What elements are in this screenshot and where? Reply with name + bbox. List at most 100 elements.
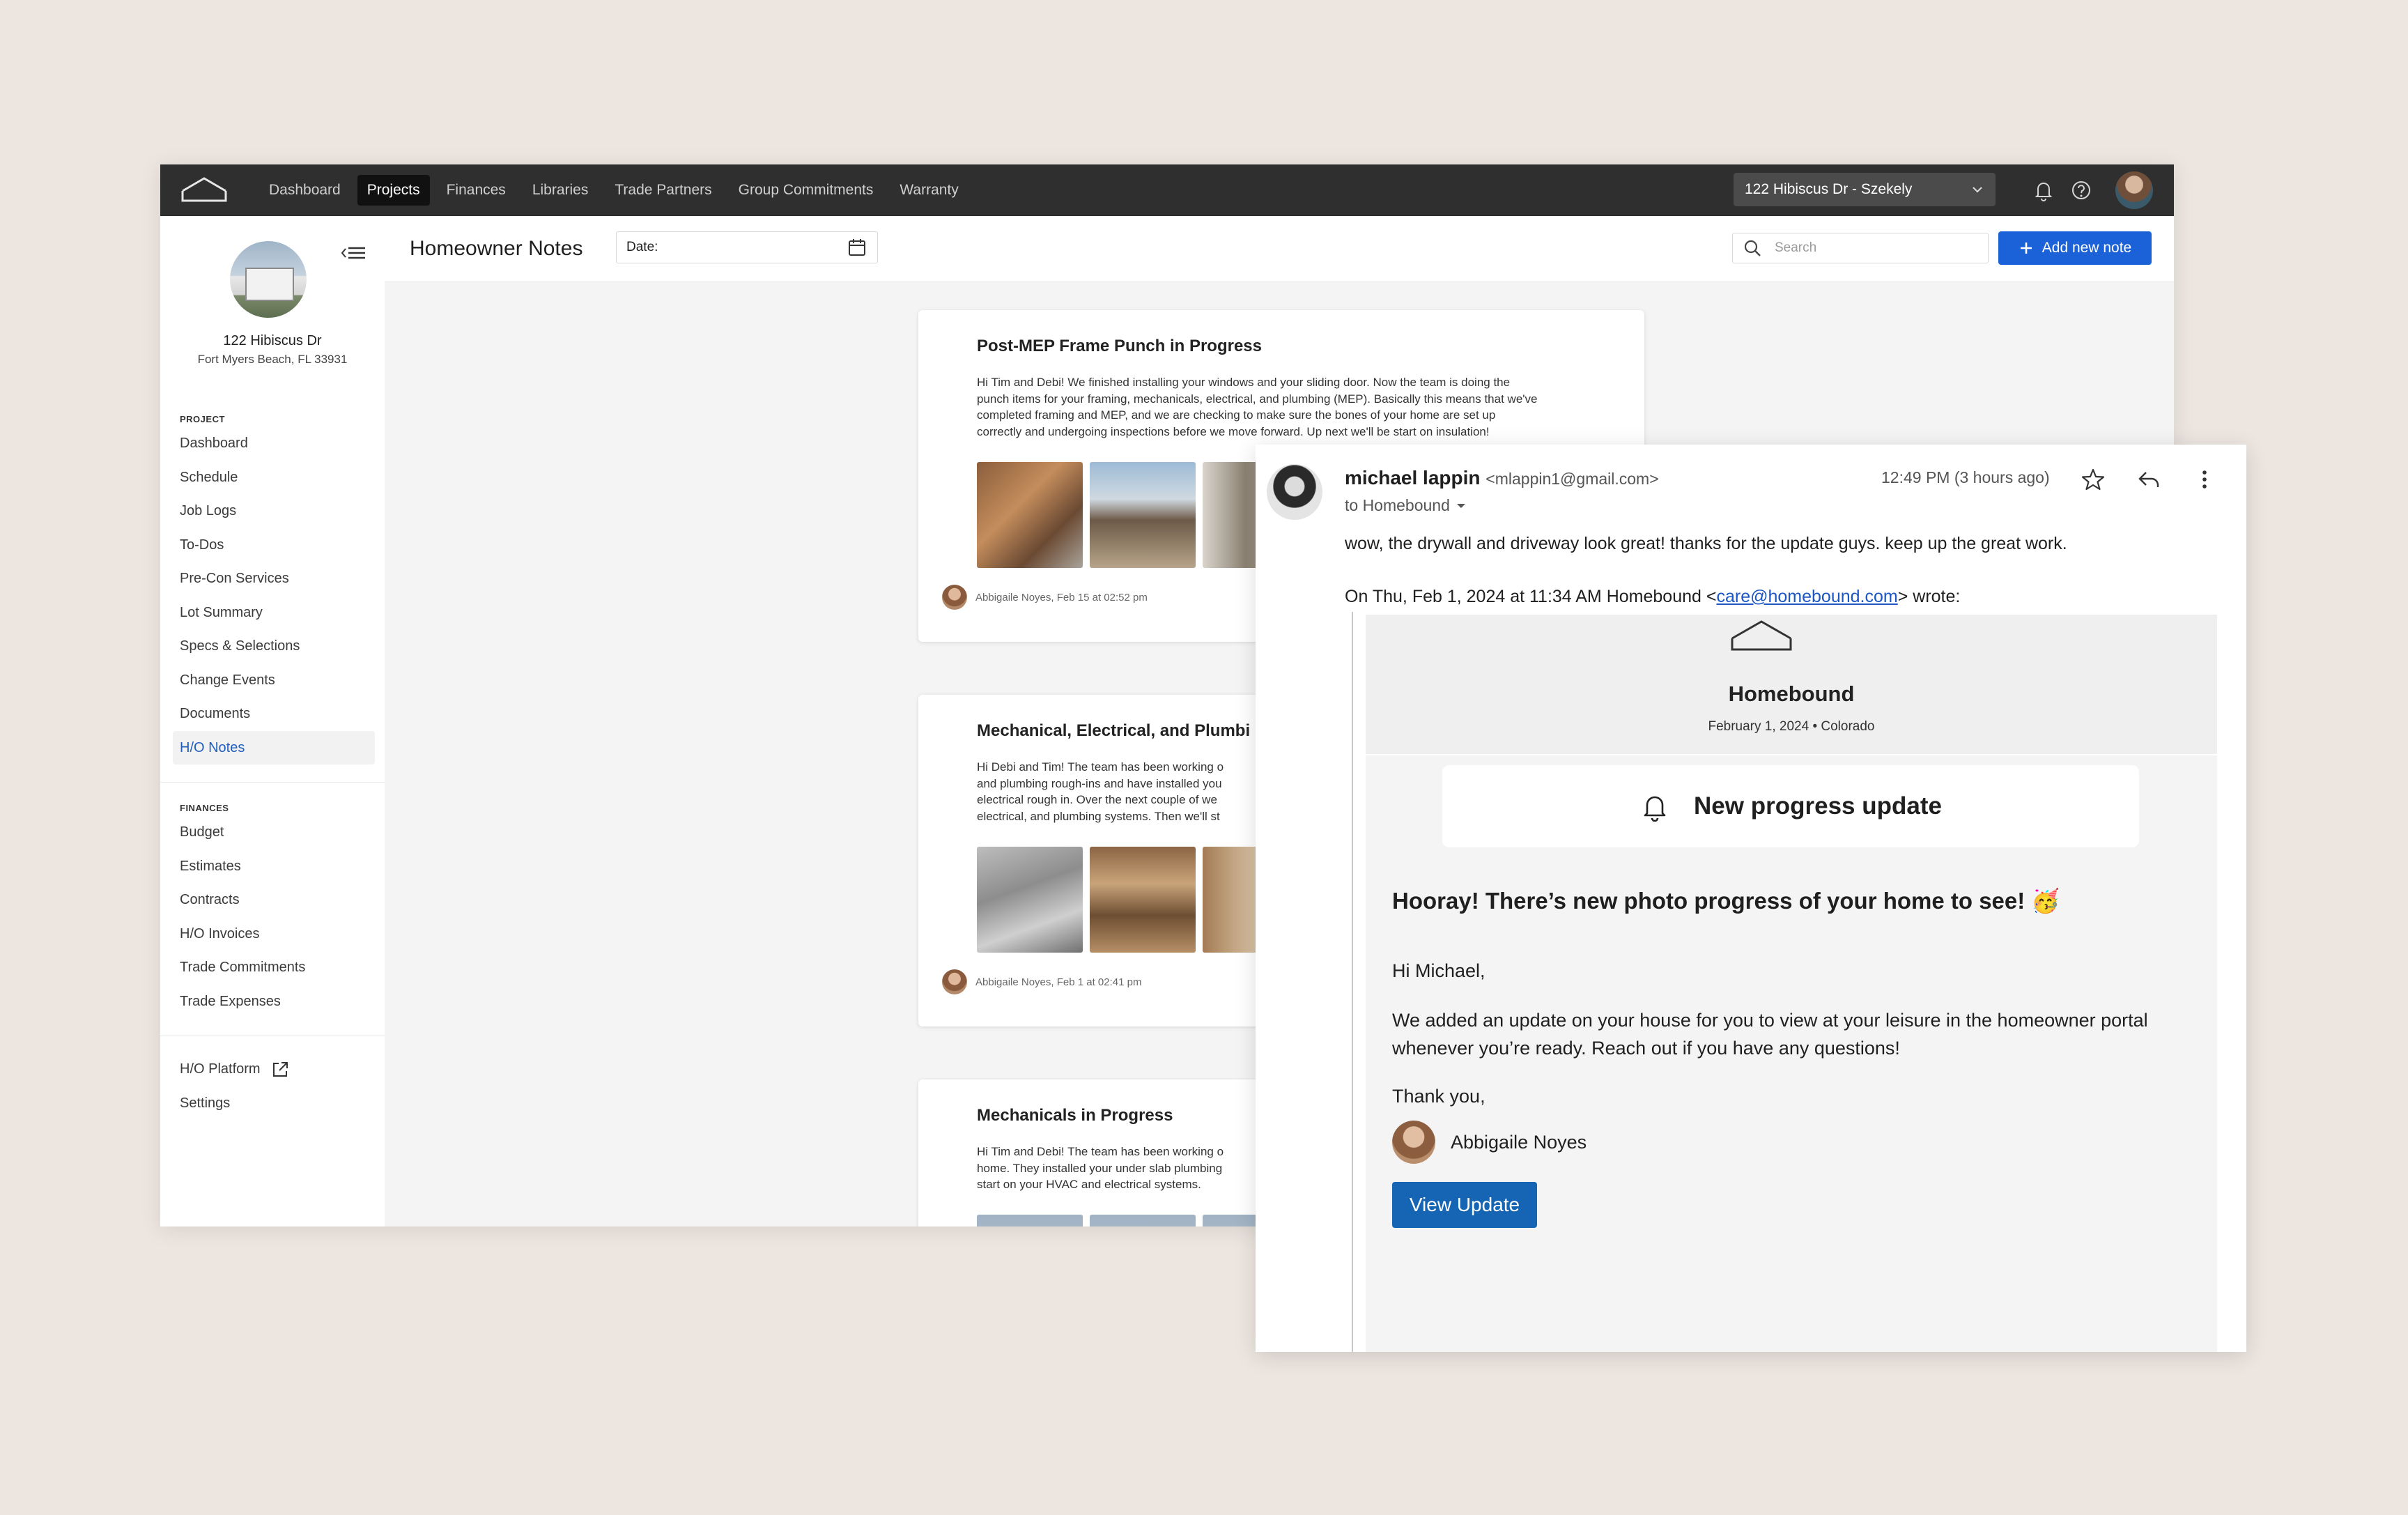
nav-dashboard[interactable]: Dashboard	[259, 175, 350, 206]
banner-text: New progress update	[1694, 792, 1942, 820]
finances-menu: Budget Estimates Contracts H/O Invoices …	[180, 815, 375, 1018]
main-nav: Dashboard Projects Finances Libraries Tr…	[259, 164, 968, 216]
project-section-heading: PROJECT	[180, 414, 225, 424]
sidebar-item-job-logs[interactable]: Job Logs	[180, 494, 375, 528]
sidebar-item-to-dos[interactable]: To-Dos	[180, 528, 375, 562]
progress-update-banner: New progress update	[1442, 765, 2139, 847]
quoted-newsletter: Homebound February 1, 2024 • Colorado Ne…	[1366, 615, 2217, 1352]
sender-name: michael lappin	[1345, 467, 1481, 489]
note-body: Hi Tim and Debi! We finished installing …	[977, 374, 1618, 440]
sender-avatar	[1267, 464, 1322, 520]
star-icon[interactable]	[2079, 466, 2107, 493]
quote-prefix: On Thu, Feb 1, 2024 at 11:34 AM Homeboun…	[1345, 587, 1717, 606]
sidebar-item-trade-commitments[interactable]: Trade Commitments	[180, 951, 375, 985]
help-icon[interactable]	[2069, 178, 2093, 202]
photo-thumbnail[interactable]	[1090, 847, 1196, 953]
calendar-icon[interactable]	[847, 237, 867, 258]
sidebar-item-ho-platform[interactable]: H/O Platform	[180, 1052, 375, 1086]
plus-icon	[2020, 243, 2032, 254]
nav-libraries[interactable]: Libraries	[523, 175, 599, 206]
chevron-down-icon	[1973, 187, 1982, 193]
sidebar: 122 Hibiscus Dr Fort Myers Beach, FL 339…	[160, 216, 385, 1226]
property-address: Fort Myers Beach, FL 33931	[197, 353, 348, 366]
view-update-button[interactable]: View Update	[1392, 1182, 1537, 1228]
note-line: Hi Tim and Debi! We finished installing …	[977, 376, 1511, 389]
newsletter-headline: Hooray! There’s new photo progress of yo…	[1392, 888, 2060, 914]
note-title: Mechanicals in Progress	[977, 1106, 1173, 1125]
photo-thumbnail[interactable]	[977, 1215, 1083, 1226]
project-menu: Dashboard Schedule Job Logs To-Dos Pre-C…	[173, 426, 375, 764]
sidebar-item-trade-expenses[interactable]: Trade Expenses	[180, 985, 375, 1019]
sidebar-item-ho-notes[interactable]: H/O Notes	[173, 730, 375, 764]
sidebar-item-budget[interactable]: Budget	[180, 815, 375, 849]
more-options-icon[interactable]	[2191, 466, 2218, 493]
newsletter-date: February 1, 2024 • Colorado	[1708, 719, 1875, 734]
newsletter-brand: Homebound	[1728, 682, 1855, 706]
author-avatar	[942, 969, 967, 994]
user-avatar[interactable]	[2115, 171, 2153, 209]
project-selector[interactable]: 122 Hibiscus Dr - Szekely	[1734, 173, 1996, 206]
search-input[interactable]: Search	[1732, 233, 1989, 263]
sidebar-item-specs-selections[interactable]: Specs & Selections	[180, 629, 375, 663]
reply-icon[interactable]	[2135, 466, 2163, 493]
sidebar-item-dashboard[interactable]: Dashboard	[180, 426, 375, 461]
nav-trade-partners[interactable]: Trade Partners	[605, 175, 721, 206]
sidebar-item-ho-invoices[interactable]: H/O Invoices	[180, 917, 375, 951]
note-author-text: Abbigaile Noyes, Feb 1 at 02:41 pm	[975, 976, 1142, 988]
author-avatar	[942, 585, 967, 610]
page-title: Homeowner Notes	[410, 237, 583, 260]
finances-section-heading: FINANCES	[180, 803, 229, 813]
nav-warranty[interactable]: Warranty	[890, 175, 968, 206]
note-author-text: Abbigaile Noyes, Feb 15 at 02:52 pm	[975, 591, 1148, 603]
note-line: punch items for your framing, mechanical…	[977, 392, 1538, 406]
sidebar-item-pre-con-services[interactable]: Pre-Con Services	[180, 562, 375, 596]
quote-suffix: > wrote:	[1897, 587, 1961, 606]
sidebar-item-contracts[interactable]: Contracts	[180, 883, 375, 917]
email-timestamp: 12:49 PM (3 hours ago)	[1881, 468, 2050, 486]
recipient-dropdown[interactable]: to Homebound	[1345, 496, 1468, 515]
note-title: Mechanical, Electrical, and Plumbi	[977, 721, 1251, 740]
add-new-note-button[interactable]: Add new note	[1998, 231, 2152, 265]
sidebar-item-change-events[interactable]: Change Events	[180, 663, 375, 698]
newsletter-message: We added an update on your house for you…	[1392, 1010, 2148, 1059]
sidebar-item-schedule[interactable]: Schedule	[180, 461, 375, 495]
date-filter[interactable]: Date:	[616, 231, 878, 263]
recipient-text: to Homebound	[1345, 496, 1450, 514]
signature-name: Abbigaile Noyes	[1451, 1131, 1587, 1153]
newsletter-header: Homebound February 1, 2024 • Colorado	[1366, 615, 2217, 755]
quoted-email-link[interactable]: care@homebound.com	[1716, 587, 1897, 606]
newsletter-signature: Abbigaile Noyes	[1392, 1121, 1587, 1164]
homebound-logo-icon[interactable]	[178, 171, 230, 209]
nav-projects[interactable]: Projects	[357, 175, 430, 206]
add-new-note-label: Add new note	[2042, 240, 2132, 256]
footer-menu: H/O Platform Settings	[180, 1052, 375, 1120]
signature-avatar	[1392, 1121, 1435, 1164]
ho-platform-label: H/O Platform	[180, 1061, 261, 1077]
sidebar-item-documents[interactable]: Documents	[180, 697, 375, 731]
nav-group-commitments[interactable]: Group Commitments	[729, 175, 883, 206]
caret-down-icon	[1457, 504, 1466, 508]
sidebar-item-estimates[interactable]: Estimates	[180, 849, 375, 884]
property-name: 122 Hibiscus Dr	[223, 333, 322, 348]
photo-thumbnail[interactable]	[977, 847, 1083, 953]
homebound-logo-icon	[1731, 620, 1792, 651]
nav-finances[interactable]: Finances	[437, 175, 516, 206]
newsletter-signoff: Thank you,	[1392, 1086, 1485, 1107]
sidebar-item-settings[interactable]: Settings	[180, 1086, 375, 1121]
sender-address: <mlappin1@gmail.com>	[1485, 470, 1659, 488]
page-header: Homeowner Notes Date: Search Add new not…	[385, 216, 2174, 282]
external-link-icon	[273, 1061, 288, 1077]
photo-thumbnail[interactable]	[1090, 462, 1196, 568]
quoted-header: On Thu, Feb 1, 2024 at 11:34 AM Homeboun…	[1345, 587, 1960, 607]
sidebar-item-lot-summary[interactable]: Lot Summary	[180, 596, 375, 630]
note-author: Abbigaile Noyes, Feb 1 at 02:41 pm	[942, 969, 1141, 994]
date-filter-label: Date:	[626, 240, 658, 254]
bell-icon	[1644, 796, 1666, 822]
photo-thumbnail[interactable]	[1090, 1215, 1196, 1226]
bell-icon[interactable]	[2032, 178, 2055, 202]
sidebar-divider	[160, 782, 385, 783]
collapse-sidebar-icon[interactable]	[340, 243, 368, 263]
photo-thumbnail[interactable]	[977, 462, 1083, 568]
quote-divider	[1352, 612, 1353, 1352]
note-line: correctly and undergoing inspections bef…	[977, 424, 1490, 438]
